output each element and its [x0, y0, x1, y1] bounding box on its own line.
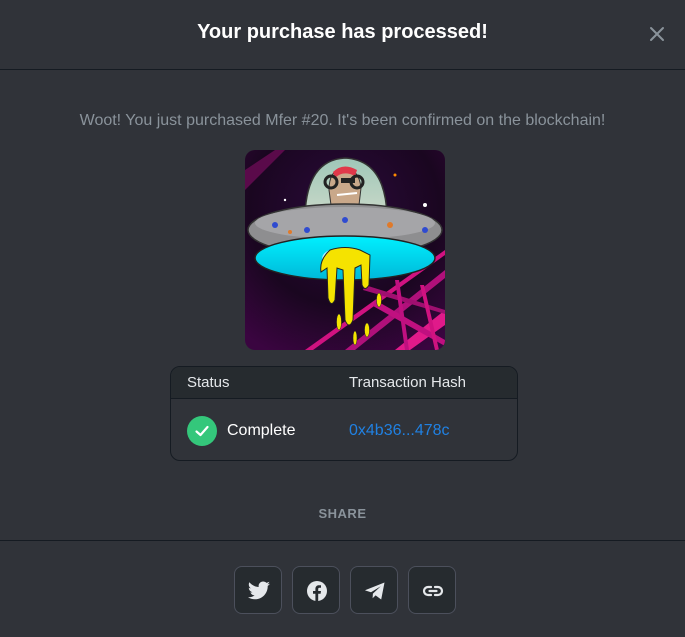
- telegram-icon: [365, 582, 385, 600]
- modal-header: Your purchase has processed!: [0, 0, 685, 70]
- close-icon: [650, 27, 664, 41]
- share-telegram-button[interactable]: [350, 566, 398, 614]
- status-value: Complete: [227, 422, 296, 439]
- transaction-table: Status Transaction Hash Complete 0x4b36.…: [170, 366, 518, 461]
- modal-title: Your purchase has processed!: [197, 21, 488, 43]
- close-button[interactable]: [647, 24, 667, 44]
- share-footer: [0, 540, 685, 637]
- twitter-icon: [248, 581, 270, 600]
- facebook-icon: [307, 581, 327, 601]
- table-header: Status Transaction Hash: [171, 367, 517, 399]
- share-label: SHARE: [318, 506, 367, 521]
- share-copy-link-button[interactable]: [408, 566, 456, 614]
- transaction-hash-link[interactable]: 0x4b36...478c: [349, 422, 450, 440]
- table-row: Complete 0x4b36...478c: [171, 399, 517, 460]
- nft-image: [245, 150, 445, 350]
- share-facebook-button[interactable]: [292, 566, 340, 614]
- check-circle-icon: [187, 416, 217, 446]
- share-twitter-button[interactable]: [234, 566, 282, 614]
- purchase-message: Woot! You just purchased Mfer #20. It's …: [79, 112, 606, 129]
- status-column-header: Status: [187, 374, 230, 391]
- link-icon: [422, 585, 444, 597]
- hash-column-header: Transaction Hash: [349, 374, 466, 391]
